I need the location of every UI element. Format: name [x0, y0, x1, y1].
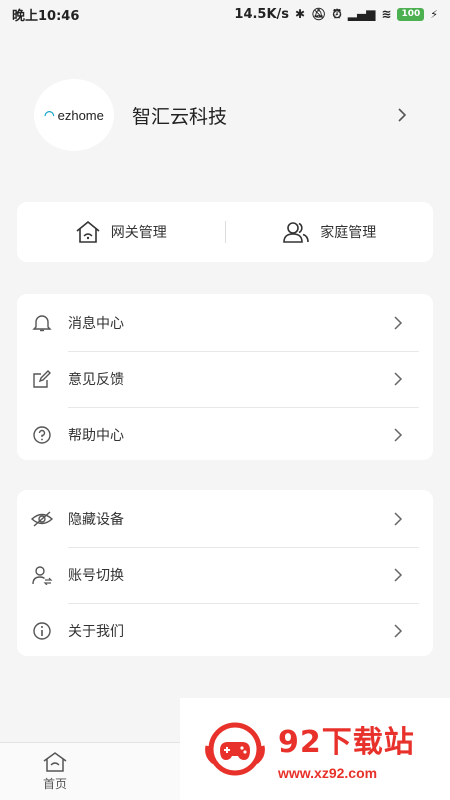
watermark-overlay: 92下载站 www.xz92.com: [180, 698, 450, 800]
list-item-hidden-devices[interactable]: 隐藏设备: [31, 491, 419, 547]
family-management-label: 家庭管理: [320, 225, 377, 241]
avatar-text: ezhome: [57, 107, 104, 123]
charging-icon: ⚡︎: [430, 7, 438, 21]
list-item-feedback[interactable]: 意见反馈: [31, 351, 419, 407]
bell-icon: [31, 312, 53, 334]
users-icon: [283, 222, 310, 243]
list-item-help[interactable]: 帮助中心: [31, 407, 419, 463]
signal-icon: ▂▄▆: [347, 7, 376, 21]
chevron-right-icon: [394, 512, 403, 526]
status-time: 晚上10:46: [12, 8, 80, 24]
list-item-switch-account[interactable]: 账号切换: [31, 547, 419, 603]
profile-name: 智汇云科技: [132, 105, 228, 128]
chevron-right-icon: [394, 428, 403, 442]
wifi-icon: ≋: [381, 7, 392, 21]
avatar: ◠ ezhome: [34, 79, 114, 151]
info-icon: [31, 620, 53, 642]
list-item-label: 消息中心: [68, 316, 124, 332]
gamepad-logo-icon: [205, 722, 265, 776]
gateway-management-button[interactable]: 网关管理: [17, 220, 225, 244]
eye-hidden-icon: [31, 508, 53, 530]
battery-icon: 100: [397, 7, 425, 21]
chevron-right-icon: [394, 624, 403, 638]
mute-icon: 🔕︎: [311, 7, 327, 21]
list-item-messages[interactable]: 消息中心: [31, 295, 419, 351]
battery-level: 100: [401, 9, 421, 19]
help-icon: [31, 424, 53, 446]
menu-card-secondary: 隐藏设备 账号切换 关于我们: [17, 490, 433, 656]
status-icons: 14.5K/s ✱ 🔕︎ ⏰︎ ▂▄▆ ≋ 100 ⚡︎: [234, 7, 438, 22]
chevron-right-icon: [394, 568, 403, 582]
status-bar: 晚上10:46 14.5K/s ✱ 🔕︎ ⏰︎ ▂▄▆ ≋ 100 ⚡︎: [0, 0, 450, 28]
watermark-text: 92下载站 www.xz92.com: [278, 717, 415, 781]
watermark-url: www.xz92.com: [278, 765, 378, 781]
tab-home-label: 首页: [42, 777, 67, 791]
bluetooth-icon: ✱: [295, 7, 306, 21]
family-management-button[interactable]: 家庭管理: [226, 220, 434, 244]
tab-home[interactable]: 首页: [0, 751, 110, 792]
network-speed: 14.5K/s: [234, 6, 290, 22]
edit-icon: [31, 368, 53, 390]
house-icon: [76, 220, 100, 243]
menu-card-primary: 消息中心 意见反馈 帮助中心: [17, 294, 433, 460]
home-icon: [43, 752, 67, 772]
list-item-label: 帮助中心: [68, 428, 124, 444]
list-item-label: 关于我们: [68, 624, 124, 640]
profile-row[interactable]: ◠ ezhome 智汇云科技: [34, 78, 424, 152]
alarm-icon: ⏰︎: [332, 6, 342, 21]
chevron-right-icon: [394, 372, 403, 386]
chevron-right-icon: [398, 108, 407, 122]
list-item-label: 账号切换: [68, 568, 124, 584]
quick-actions-card: 网关管理 家庭管理: [17, 202, 433, 262]
chevron-right-icon: [394, 316, 403, 330]
list-item-label: 隐藏设备: [68, 512, 124, 528]
list-item-label: 意见反馈: [68, 372, 124, 388]
gateway-management-label: 网关管理: [110, 225, 167, 241]
list-item-about[interactable]: 关于我们: [31, 603, 419, 659]
ezhome-logo-icon: ◠: [44, 108, 55, 122]
watermark-title: 92下载站: [278, 725, 415, 760]
user-switch-icon: [31, 564, 53, 586]
